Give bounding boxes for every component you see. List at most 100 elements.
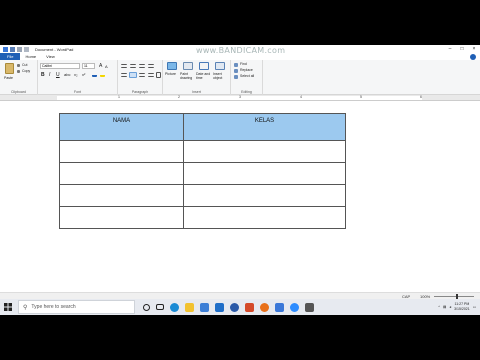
file-explorer-icon[interactable] [185, 302, 194, 312]
ruler-number: 2 [178, 95, 180, 99]
shrink-font-icon[interactable]: A [105, 64, 108, 69]
zoom-slider[interactable] [434, 296, 474, 297]
bandicam-icon[interactable] [305, 302, 314, 312]
edge-icon[interactable] [170, 302, 179, 312]
paste-button[interactable]: Paste [4, 76, 13, 80]
firefox-icon[interactable] [260, 302, 269, 312]
taskbar: ⚲ Type here to search ^ ▤ ◂ 11:27 PM 3/1… [0, 299, 480, 315]
table-header-row: NAMA KELAS [59, 113, 346, 141]
highlight-color-icon[interactable] [100, 72, 105, 77]
zoom-app-icon[interactable] [290, 302, 299, 312]
superscript-icon[interactable]: x² [82, 72, 85, 77]
insert-object-button[interactable]: Insert object [213, 72, 229, 80]
find-icon[interactable] [234, 63, 238, 67]
paint-drawing-icon[interactable] [183, 62, 193, 70]
paragraph-settings-icon[interactable] [156, 72, 161, 78]
maximize-button[interactable]: □ [456, 46, 468, 52]
close-button[interactable]: × [468, 46, 480, 52]
tab-view[interactable]: View [41, 53, 60, 60]
find-button[interactable]: Find [240, 62, 247, 66]
paragraph-group: Paragraph [118, 60, 163, 95]
table-cell[interactable] [59, 140, 184, 163]
table-row [59, 206, 346, 229]
select-all-icon[interactable] [234, 75, 238, 79]
insert-object-icon[interactable] [215, 62, 225, 70]
header-cell-kelas[interactable]: KELAS [183, 113, 346, 141]
table-cell[interactable] [183, 162, 346, 185]
copy-button[interactable]: Copy [22, 69, 30, 73]
align-left-icon[interactable] [121, 73, 127, 77]
decrease-indent-icon[interactable] [121, 64, 127, 68]
editing-label: Editing [241, 90, 252, 94]
help-icon[interactable] [470, 53, 476, 60]
text-color-icon[interactable] [92, 72, 97, 77]
start-button[interactable] [0, 299, 16, 315]
undo-icon[interactable] [17, 46, 22, 52]
font-size-select[interactable]: 11 [82, 63, 95, 69]
italic-icon[interactable]: I [49, 72, 50, 78]
header-cell-nama[interactable]: NAMA [59, 113, 184, 141]
tab-file[interactable]: File [0, 53, 21, 60]
picture-button[interactable]: Picture [165, 72, 176, 76]
store-icon[interactable] [200, 302, 209, 312]
volume-icon[interactable]: ◂ [449, 305, 451, 309]
mail-icon[interactable] [215, 302, 224, 312]
taskbar-search[interactable]: ⚲ Type here to search [18, 300, 135, 314]
cut-icon[interactable] [17, 64, 20, 67]
tab-home[interactable]: Home [20, 53, 41, 60]
copy-icon[interactable] [17, 70, 20, 73]
table-row [59, 184, 346, 207]
table-cell[interactable] [183, 206, 346, 229]
paint-drawing-button[interactable]: Paint drawing [180, 72, 196, 80]
line-spacing-icon[interactable] [148, 64, 154, 68]
editing-group: Find Replace Select all Editing [231, 60, 263, 95]
bold-icon[interactable]: B [41, 72, 45, 78]
align-right-icon[interactable] [139, 73, 145, 77]
cortana-icon[interactable] [143, 303, 150, 311]
notification-icon[interactable]: ▭ [473, 305, 476, 309]
justify-icon[interactable] [148, 73, 154, 77]
ribbon-home: Paste Cut Copy Clipboard Calibri 11 A A … [0, 60, 480, 95]
taskbar-clock[interactable]: 11:27 PM 3/15/2021 [454, 302, 470, 312]
paragraph-label: Paragraph [131, 90, 149, 94]
table-cell[interactable] [183, 140, 346, 163]
taskbar-apps [143, 302, 314, 312]
table-row [59, 140, 346, 163]
table-cell[interactable] [59, 184, 184, 207]
cut-button[interactable]: Cut [22, 63, 27, 67]
font-family-select[interactable]: Calibri [40, 63, 80, 69]
font-group: Calibri 11 A A B I U abc x₂ x² Font [38, 60, 118, 95]
grow-font-icon[interactable]: A [99, 63, 102, 69]
replace-icon[interactable] [234, 69, 238, 73]
increase-indent-icon[interactable] [130, 64, 136, 68]
document-table[interactable]: NAMA KELAS [59, 113, 346, 229]
subscript-icon[interactable]: x₂ [74, 72, 78, 77]
task-view-icon[interactable] [156, 304, 164, 310]
network-icon[interactable]: ▤ [443, 305, 446, 309]
table-cell[interactable] [59, 206, 184, 229]
table-cell[interactable] [59, 162, 184, 185]
minimize-button[interactable]: – [444, 46, 456, 52]
picture-icon[interactable] [167, 62, 177, 70]
document-area[interactable]: NAMA KELAS [0, 101, 480, 292]
select-all-button[interactable]: Select all [240, 74, 254, 78]
wordpad-taskbar-icon[interactable] [275, 302, 284, 312]
clipboard-group: Paste Cut Copy Clipboard [0, 60, 38, 95]
ruler-number: 1 [118, 95, 120, 99]
system-tray: ^ ▤ ◂ 11:27 PM 3/15/2021 ▭ [438, 302, 480, 312]
paste-icon[interactable] [5, 63, 14, 74]
underline-icon[interactable]: U [56, 72, 60, 78]
bullets-icon[interactable] [139, 64, 145, 68]
date-time-button[interactable]: Date and time [196, 72, 212, 80]
status-bar: CAP 100% [0, 292, 480, 299]
replace-button[interactable]: Replace [240, 68, 253, 72]
save-icon[interactable] [10, 46, 15, 52]
table-cell[interactable] [183, 184, 346, 207]
align-center-icon[interactable] [129, 72, 137, 78]
redo-icon[interactable] [24, 46, 29, 52]
date-time-icon[interactable] [199, 62, 209, 70]
hp-icon[interactable] [230, 302, 239, 312]
app-icon[interactable] [245, 302, 254, 312]
tray-chevron-icon[interactable]: ^ [438, 305, 440, 309]
strikethrough-icon[interactable]: abc [64, 72, 70, 77]
